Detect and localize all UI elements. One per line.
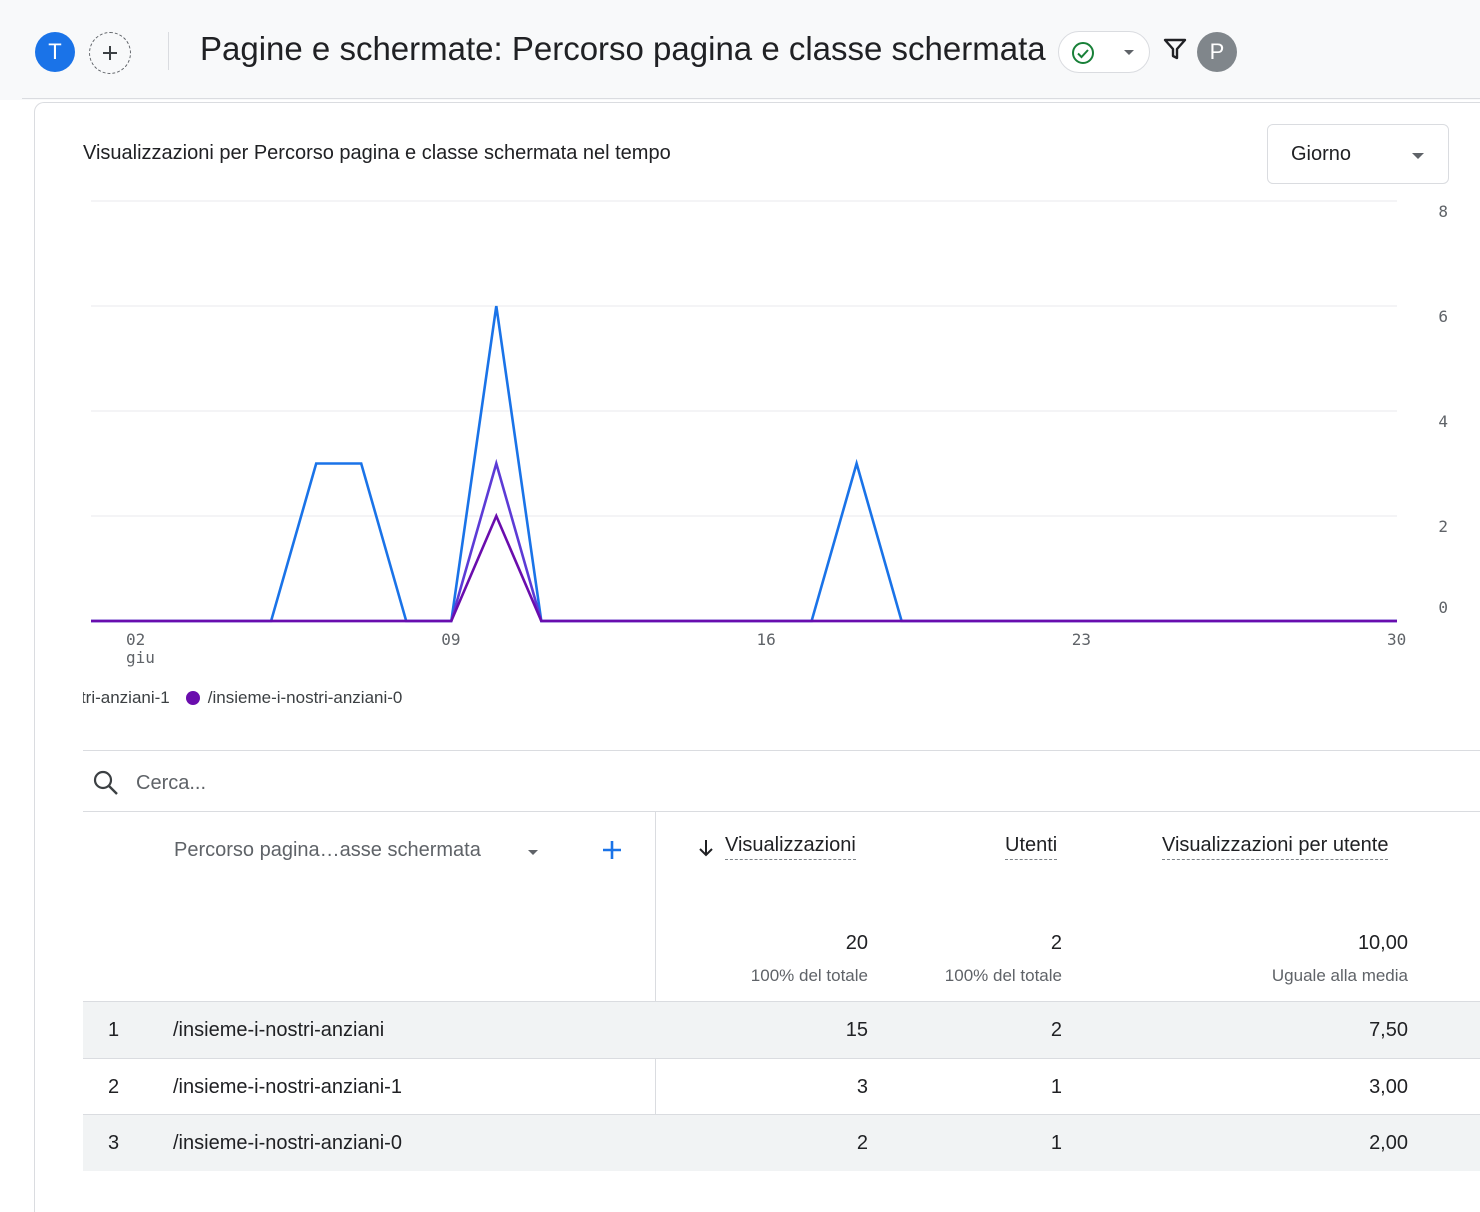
y-tick-label: 0 <box>1438 598 1448 617</box>
table-row[interactable]: 2 /insieme-i-nostri-anziani-1 3 1 3,00 <box>83 1059 1480 1115</box>
table-row[interactable]: 3 /insieme-i-nostri-anziani-0 2 1 2,00 <box>83 1115 1480 1171</box>
line-chart: 0246802giu09 16 23 30 <box>91 200 1448 667</box>
row-path[interactable]: /insieme-i-nostri-anziani-0 <box>173 1132 402 1155</box>
row-views: 2 <box>856 1132 868 1154</box>
y-tick-label: 2 <box>1438 517 1448 536</box>
chart-legend: ostri-anziani-1/insieme-i-nostri-anziani… <box>83 687 683 711</box>
row-index: 1 <box>108 1019 120 1041</box>
x-tick-label: 09 <box>441 630 460 649</box>
metric-header-views[interactable]: Visualizzazioni <box>725 834 856 860</box>
y-tick-label: 4 <box>1438 412 1448 431</box>
row-views: 3 <box>856 1076 868 1098</box>
legend-label: /insieme-i-nostri-anziani-0 <box>207 688 403 707</box>
total-views-per-user-sub: Uguale alla media <box>1271 966 1408 985</box>
series-line <box>91 458 1397 623</box>
row-index: 3 <box>108 1132 120 1154</box>
total-views-per-user: 10,00 <box>1357 932 1408 954</box>
legend-entry[interactable]: ostri-anziani-1 <box>83 688 170 708</box>
total-users-sub: 100% del totale <box>944 966 1062 985</box>
sort-descending-icon[interactable] <box>697 838 715 858</box>
total-views: 20 <box>845 932 868 954</box>
x-tick-label: 02 <box>126 630 145 649</box>
row-views-per-user: 7,50 <box>1369 1019 1408 1041</box>
search-icon <box>93 770 118 795</box>
search-input[interactable] <box>136 768 536 798</box>
row-users: 1 <box>1050 1132 1062 1154</box>
y-tick-label: 6 <box>1438 307 1448 326</box>
table-divider <box>83 750 1480 751</box>
row-users: 1 <box>1050 1076 1062 1098</box>
dimension-column-header[interactable]: Percorso pagina…asse schermata <box>174 839 481 862</box>
metric-header-users[interactable]: Utenti <box>1005 834 1058 860</box>
row-users: 2 <box>1050 1019 1062 1041</box>
add-dimension-icon[interactable] <box>600 838 624 862</box>
x-tick-sublabel: giu <box>126 648 155 667</box>
metric-header-views-per-user[interactable]: Visualizzazioni per utente <box>1162 834 1389 860</box>
x-tick-label: 30 <box>1387 630 1406 649</box>
legend-entry[interactable]: /insieme-i-nostri-anziani-0 <box>170 688 403 708</box>
series-line <box>91 305 1397 623</box>
total-users: 2 <box>1050 932 1062 954</box>
row-index: 2 <box>108 1076 120 1098</box>
row-path[interactable]: /insieme-i-nostri-anziani <box>173 1019 384 1042</box>
y-tick-label: 8 <box>1438 202 1448 221</box>
table-row[interactable]: 1 /insieme-i-nostri-anziani 15 2 7,50 <box>83 1002 1480 1058</box>
x-tick-label: 16 <box>757 630 776 649</box>
row-path[interactable]: /insieme-i-nostri-anziani-1 <box>173 1076 402 1099</box>
chevron-down-icon[interactable] <box>527 849 539 856</box>
legend-swatch <box>185 691 200 705</box>
x-tick-label: 23 <box>1072 630 1091 649</box>
row-views: 15 <box>845 1019 868 1041</box>
row-views-per-user: 3,00 <box>1369 1076 1408 1098</box>
row-views-per-user: 2,00 <box>1369 1132 1408 1154</box>
legend-label: ostri-anziani-1 <box>83 688 170 707</box>
total-views-sub: 100% del totale <box>750 966 868 985</box>
table-divider <box>83 811 1480 812</box>
